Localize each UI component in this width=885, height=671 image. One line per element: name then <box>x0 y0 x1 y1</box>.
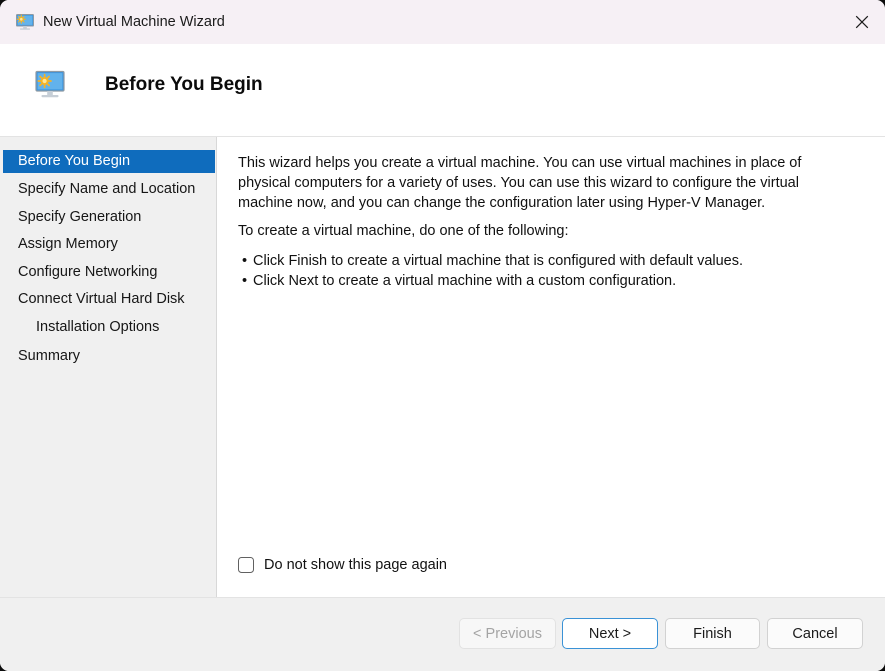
wizard-footer: < Previous Next > Finish Cancel <box>0 598 885 671</box>
do-not-show-again-label: Do not show this page again <box>264 557 447 573</box>
do-not-show-again-checkbox[interactable] <box>238 557 254 573</box>
previous-button[interactable]: < Previous <box>459 618 556 649</box>
wizard-content: This wizard helps you create a virtual m… <box>217 137 885 597</box>
cancel-button[interactable]: Cancel <box>767 618 863 649</box>
next-button[interactable]: Next > <box>562 618 658 649</box>
sidebar-item-before-you-begin[interactable]: Before You Begin <box>3 150 215 173</box>
sidebar-item-connect-virtual-hard-disk[interactable]: Connect Virtual Hard Disk <box>3 288 215 311</box>
window-title: New Virtual Machine Wizard <box>43 14 225 30</box>
virtual-machine-monitor-icon <box>15 12 35 32</box>
wizard-body: Before You Begin Specify Name and Locati… <box>0 137 885 597</box>
do-not-show-again-checkbox-row[interactable]: Do not show this page again <box>238 555 447 575</box>
sidebar-item-configure-networking[interactable]: Configure Networking <box>3 261 215 284</box>
sidebar-item-assign-memory[interactable]: Assign Memory <box>3 233 215 256</box>
sidebar-item-summary[interactable]: Summary <box>3 345 215 368</box>
new-virtual-machine-wizard-window: New Virtual Machine Wizard Before You Be… <box>0 0 885 671</box>
instructions-lead-in: To create a virtual machine, do one of t… <box>238 223 569 239</box>
wizard-step-list: Before You Begin Specify Name and Locati… <box>0 137 216 597</box>
page-title: Before You Begin <box>105 74 263 95</box>
title-bar: New Virtual Machine Wizard <box>0 0 885 44</box>
virtual-machine-monitor-icon <box>34 70 66 100</box>
close-icon[interactable] <box>839 0 885 44</box>
finish-button[interactable]: Finish <box>665 618 760 649</box>
list-item: Click Next to create a virtual machine w… <box>238 271 743 291</box>
sidebar-item-specify-name-and-location[interactable]: Specify Name and Location <box>3 178 215 201</box>
intro-paragraph: This wizard helps you create a virtual m… <box>238 155 802 211</box>
instructions-bullet-list: Click Finish to create a virtual machine… <box>238 251 743 291</box>
list-item: Click Finish to create a virtual machine… <box>238 251 743 271</box>
page-header: Before You Begin <box>0 44 885 136</box>
sidebar-item-installation-options[interactable]: Installation Options <box>3 316 215 339</box>
sidebar-item-specify-generation[interactable]: Specify Generation <box>3 206 215 229</box>
